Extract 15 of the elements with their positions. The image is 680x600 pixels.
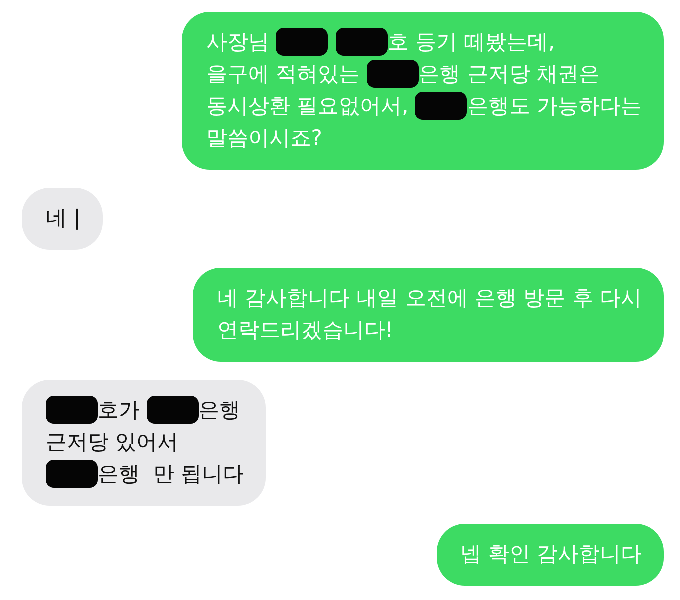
- message-text: 호가: [98, 397, 141, 424]
- message-text: 넵 확인 감사합니다: [460, 541, 642, 568]
- message-text: 은행 근저당 채권은: [418, 61, 600, 88]
- message-text: 은행: [198, 397, 241, 424]
- message-text: 말씀이시죠?: [206, 125, 322, 152]
- message-text: 사장님: [206, 29, 270, 56]
- message-text: 호 등기 떼봤는데,: [388, 29, 555, 56]
- message-text: 네 감사합니다 내일 오전에 은행 방문 후 다시: [217, 285, 642, 312]
- message-text: 근저당 있어서: [46, 429, 179, 456]
- message-text: 네 |: [46, 205, 81, 232]
- message-text: 은행도 가능하다는: [467, 93, 642, 120]
- message-text: 연락드리겠습니다!: [217, 317, 394, 344]
- message-text: 은행 만 됩니다: [98, 461, 244, 488]
- message-text: 동시상환 필요없어서,: [206, 93, 410, 120]
- message-text: 을구에 적혀있는: [206, 61, 361, 88]
